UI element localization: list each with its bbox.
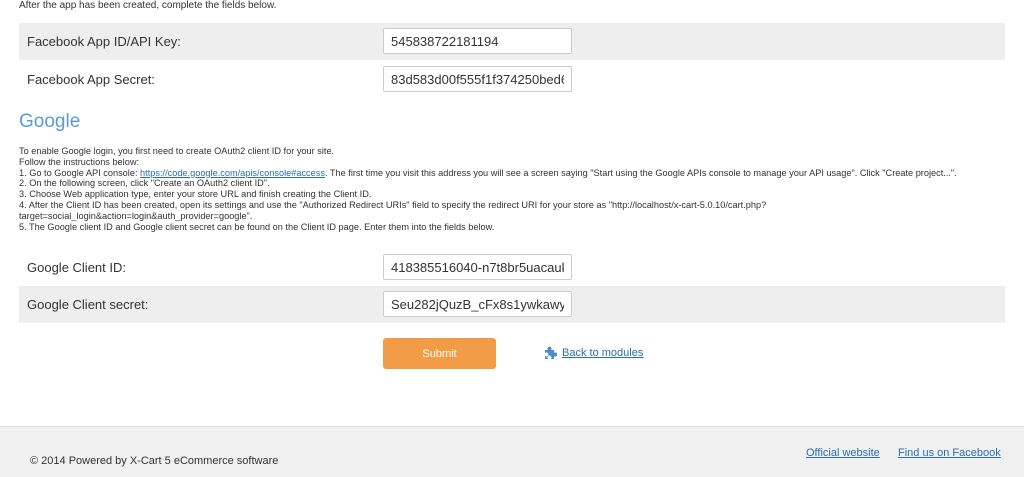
instr-step-1: 1. Go to Google API console: https://cod…: [19, 168, 1009, 179]
puzzle-icon: [545, 346, 557, 359]
google-client-id-label: Google Client ID:: [27, 260, 126, 275]
google-heading: Google: [19, 111, 81, 132]
facebook-app-id-input[interactable]: [383, 28, 572, 54]
instr-text: . The first time you visit this address …: [324, 167, 957, 178]
instr-text: 1. Go to Google API console:: [19, 167, 141, 178]
facebook-app-id-row: Facebook App ID/API Key:: [19, 23, 1005, 60]
facebook-app-secret-row: Facebook App Secret:: [19, 61, 1005, 98]
google-client-secret-label: Google Client secret:: [27, 297, 149, 312]
google-client-secret-input[interactable]: [383, 291, 572, 317]
official-website-link[interactable]: Official website: [806, 447, 880, 459]
copyright-text: © 2014 Powered by X-Cart 5 eCommerce sof…: [30, 455, 279, 467]
facebook-app-secret-input[interactable]: [383, 66, 572, 92]
google-instructions: To enable Google login, you first need t…: [19, 146, 1009, 232]
google-client-id-input[interactable]: [383, 254, 572, 280]
instr-line: To enable Google login, you first need t…: [19, 146, 335, 156]
facebook-link[interactable]: Find us on Facebook: [898, 447, 1001, 459]
instr-step-2: 2. On the following screen, click "Creat…: [19, 178, 270, 189]
submit-button[interactable]: Submit: [383, 338, 496, 369]
footer: © 2014 Powered by X-Cart 5 eCommerce sof…: [0, 426, 1024, 477]
back-to-modules-link[interactable]: Back to modules: [543, 346, 643, 360]
instr-step-5: 5. The Google client ID and Google clien…: [19, 221, 495, 232]
instr-line: Follow the instructions below:: [19, 156, 140, 167]
facebook-app-secret-label: Facebook App Secret:: [27, 72, 155, 87]
back-to-modules-label: Back to modules: [562, 347, 644, 359]
google-console-link[interactable]: https://code.google.com/apis/console#acc…: [140, 168, 325, 178]
instr-step-3: 3. Choose Web application type, enter yo…: [19, 189, 372, 200]
intro-text: After the app has been created, complete…: [19, 0, 277, 11]
instr-step-4-cont: target=social_login&action=login&auth_pr…: [19, 210, 253, 221]
facebook-app-id-label: Facebook App ID/API Key:: [27, 34, 181, 49]
google-client-id-row: Google Client ID:: [19, 249, 1005, 286]
google-client-secret-row: Google Client secret:: [19, 286, 1005, 323]
instr-step-4: 4. After the Client ID has been created,…: [19, 199, 767, 210]
